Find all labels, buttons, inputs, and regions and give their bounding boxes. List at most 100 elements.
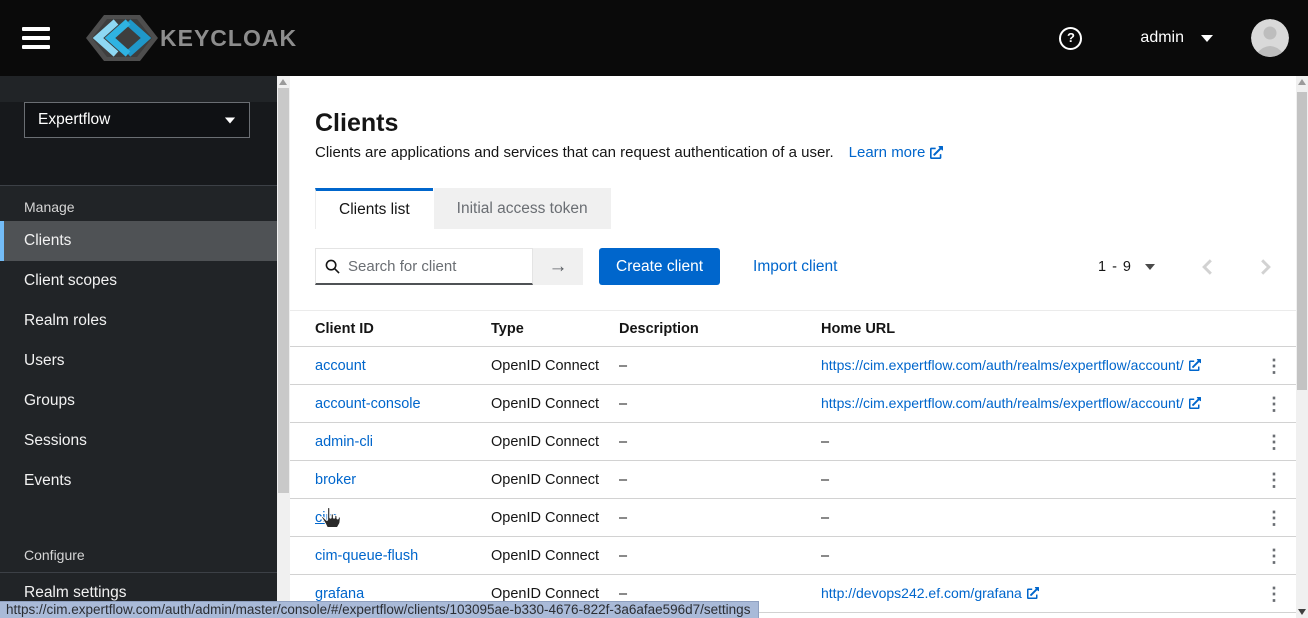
client-row-cim: cim OpenID Connect – – ⋮ <box>290 499 1296 537</box>
scroll-up-arrow-icon[interactable] <box>1297 79 1306 85</box>
chevron-down-icon <box>1145 263 1155 270</box>
realm-area: Expertflow <box>0 102 277 186</box>
page-subtitle: Clients are applications and services th… <box>315 144 834 161</box>
client-description: – <box>619 395 628 412</box>
client-type: OpenID Connect <box>491 509 600 526</box>
tab-strip: Clients list Initial access token <box>315 188 611 229</box>
chevron-down-icon <box>224 117 236 123</box>
avatar-icon <box>1251 19 1289 57</box>
scrollbar-thumb[interactable] <box>278 88 289 493</box>
user-menu-label: admin <box>1140 29 1184 46</box>
scroll-up-arrow-icon[interactable] <box>279 79 287 85</box>
chevron-down-icon <box>1201 34 1213 42</box>
table-header-row: Client ID Type Description Home URL <box>290 310 1296 347</box>
masthead: KEYCLOAK ? admin <box>0 0 1308 76</box>
client-id-link[interactable]: admin-cli <box>315 434 373 450</box>
kebab-menu-icon[interactable]: ⋮ <box>1265 585 1283 603</box>
kebab-menu-icon[interactable]: ⋮ <box>1265 357 1283 375</box>
realm-switcher[interactable]: Expertflow <box>24 102 250 138</box>
avatar[interactable] <box>1251 19 1289 57</box>
tab-label: Initial access token <box>456 199 588 217</box>
create-client-button[interactable]: Create client <box>599 248 721 285</box>
kebab-menu-icon[interactable]: ⋮ <box>1265 395 1283 413</box>
client-id-link[interactable]: cim-queue-flush <box>315 548 418 564</box>
sidebar-item-sessions[interactable]: Sessions <box>0 421 277 461</box>
page-title: Clients <box>315 109 399 137</box>
client-description: – <box>619 357 628 374</box>
sidebar: Expertflow Manage Clients Client scopes … <box>0 76 277 618</box>
client-id-link[interactable]: account-console <box>315 396 421 412</box>
import-client-link[interactable]: Import client <box>753 258 837 276</box>
clients-page: Clients Clients are applications and ser… <box>290 76 1296 618</box>
search-group: → <box>315 248 583 285</box>
home-url-link[interactable]: https://cim.expertflow.com/auth/realms/e… <box>821 395 1201 411</box>
scroll-down-arrow-icon[interactable] <box>1297 609 1306 615</box>
content-scrollbar[interactable] <box>277 76 290 618</box>
page-scrollbar[interactable] <box>1296 76 1308 618</box>
chevron-right-icon <box>1261 258 1271 275</box>
tab-clients-list[interactable]: Clients list <box>315 188 433 229</box>
kebab-menu-icon[interactable]: ⋮ <box>1265 471 1283 489</box>
search-input[interactable] <box>315 248 533 285</box>
client-type: OpenID Connect <box>491 395 600 412</box>
pagination: 1 - 9 <box>1098 259 1271 275</box>
sidebar-item-realm-roles[interactable]: Realm roles <box>0 301 277 341</box>
sidebar-item-label: Realm settings <box>24 584 127 601</box>
nav-section-manage: Manage Clients Client scopes Realm roles… <box>0 199 277 501</box>
nav-section-label: Manage <box>24 199 75 215</box>
status-bar: https://cim.expertflow.com/auth/admin/ma… <box>0 601 760 618</box>
toolbar: → Create client Import client 1 - 9 <box>315 248 1271 285</box>
kebab-menu-icon[interactable]: ⋮ <box>1265 433 1283 451</box>
client-description: – <box>619 471 628 488</box>
realm-switcher-value: Expertflow <box>38 111 111 128</box>
pagination-range-label: 1 - 9 <box>1097 258 1132 275</box>
client-description: – <box>619 585 628 602</box>
kebab-menu-icon[interactable]: ⋮ <box>1265 509 1283 527</box>
search-submit-button[interactable]: → <box>533 248 583 285</box>
external-link-icon <box>1188 397 1201 409</box>
pagination-next-button[interactable] <box>1260 258 1271 275</box>
sidebar-item-users[interactable]: Users <box>0 341 277 381</box>
client-description: – <box>619 547 628 564</box>
tab-label: Clients list <box>339 201 410 218</box>
client-id-link[interactable]: account <box>315 358 366 374</box>
client-id-link[interactable]: grafana <box>315 586 364 602</box>
column-header-type: Type <box>491 320 524 337</box>
sidebar-item-label: Sessions <box>24 432 87 449</box>
client-type: OpenID Connect <box>491 547 600 564</box>
sidebar-item-groups[interactable]: Groups <box>0 381 277 421</box>
help-icon[interactable]: ? <box>1059 26 1083 50</box>
sidebar-item-clients[interactable]: Clients <box>0 221 277 261</box>
client-row-broker: broker OpenID Connect – – ⋮ <box>290 461 1296 499</box>
client-type: OpenID Connect <box>491 433 600 450</box>
keycloak-logo-text: KEYCLOAK <box>160 24 298 51</box>
scrollbar-thumb[interactable] <box>1297 92 1307 390</box>
sidebar-item-events[interactable]: Events <box>0 461 277 501</box>
home-url-text: https://cim.expertflow.com/auth/realms/e… <box>821 395 1184 411</box>
user-menu[interactable]: admin <box>1140 29 1213 47</box>
sidebar-item-client-scopes[interactable]: Client scopes <box>0 261 277 301</box>
pagination-range-dropdown[interactable]: 1 - 9 <box>1098 259 1155 275</box>
external-link-icon <box>1026 587 1039 599</box>
nav-toggle-button[interactable] <box>22 27 50 49</box>
sidebar-item-label: Events <box>24 472 72 489</box>
client-type: OpenID Connect <box>491 471 600 488</box>
home-url-text: – <box>821 433 830 450</box>
client-id-link[interactable]: broker <box>315 472 356 488</box>
column-header-client-id: Client ID <box>315 320 374 337</box>
client-row-account: account OpenID Connect – https://cim.exp… <box>290 347 1296 385</box>
pagination-prev-button[interactable] <box>1202 258 1213 275</box>
home-url-text: – <box>821 547 830 564</box>
learn-more-link[interactable]: Learn more <box>849 144 944 161</box>
column-header-home-url: Home URL <box>821 320 896 337</box>
tab-initial-access-token[interactable]: Initial access token <box>433 188 611 229</box>
external-link-icon <box>930 146 944 159</box>
client-id-link[interactable]: cim <box>315 510 338 526</box>
home-url-link[interactable]: https://cim.expertflow.com/auth/realms/e… <box>821 357 1201 373</box>
search-icon <box>325 259 340 274</box>
home-url-link[interactable]: http://devops242.ef.com/grafana <box>821 585 1039 601</box>
kebab-menu-icon[interactable]: ⋮ <box>1265 547 1283 565</box>
sidebar-item-label: Realm roles <box>24 312 107 329</box>
home-url-text: – <box>821 471 830 488</box>
keycloak-admin-console: KEYCLOAK ? admin Expertflow Manage Clien… <box>0 0 1308 618</box>
